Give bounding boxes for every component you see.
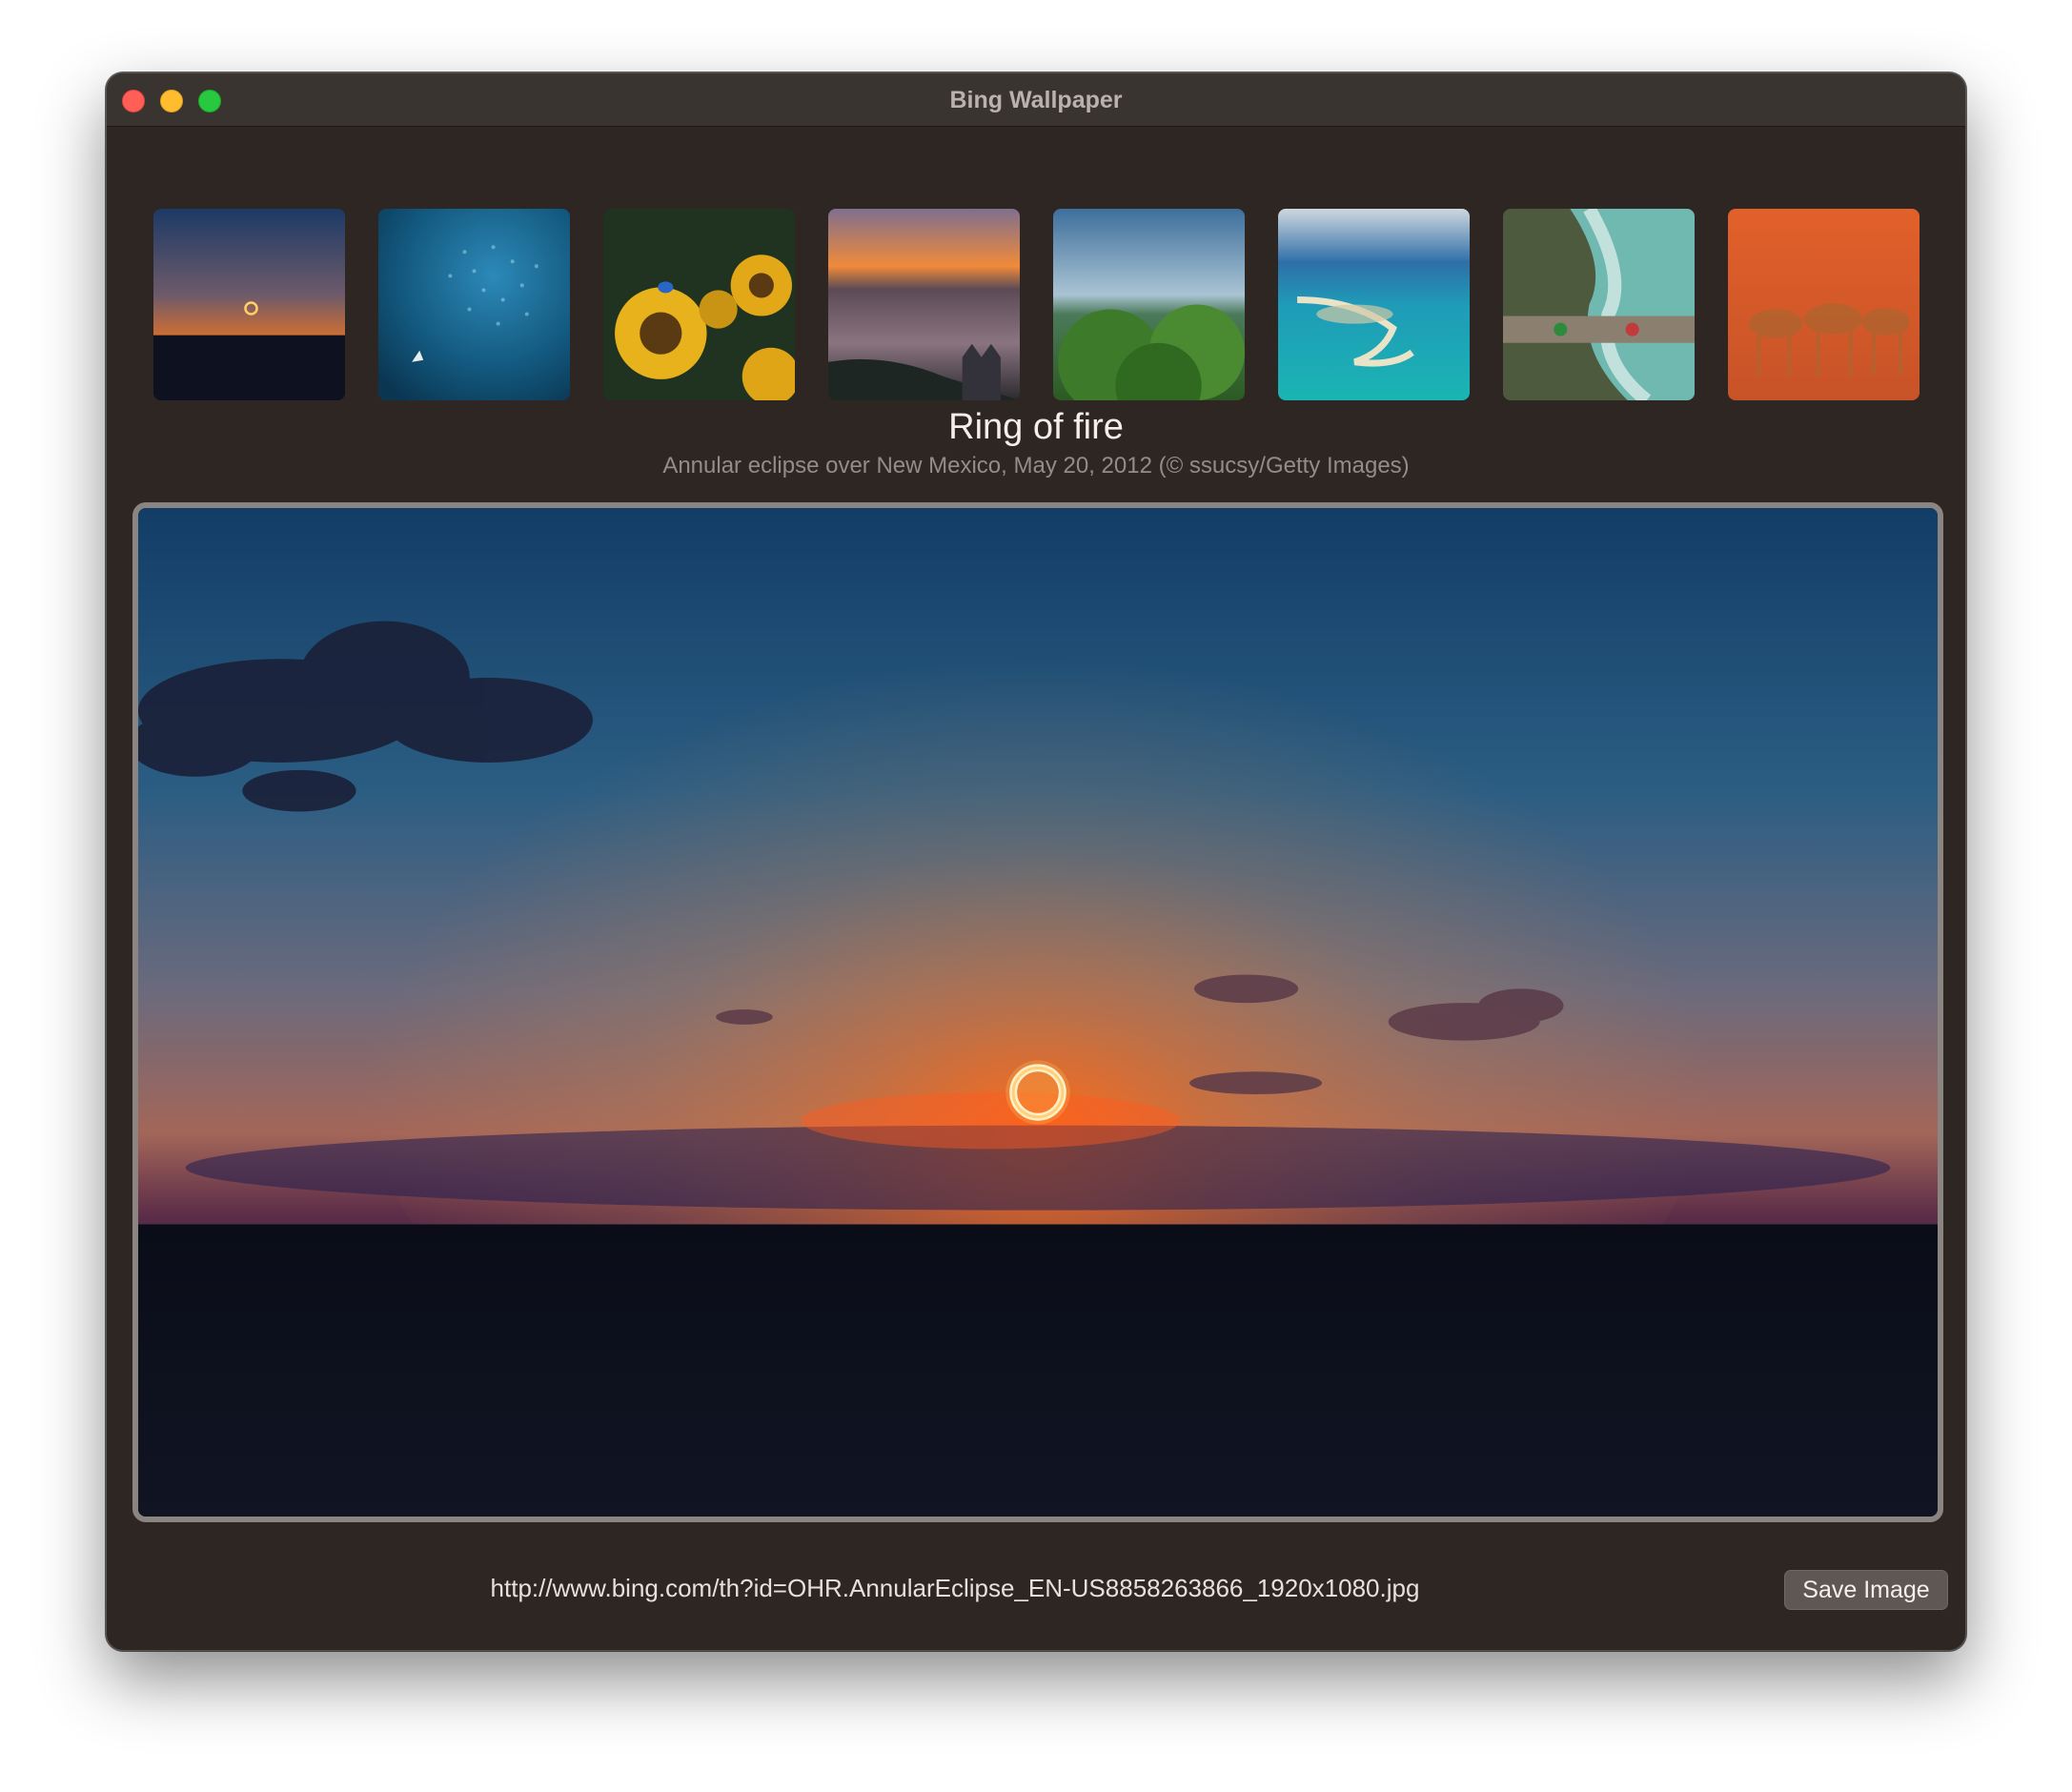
thumbnail-7[interactable] (1503, 209, 1695, 400)
wallpaper-url: http://www.bing.com/th?id=OHR.AnnularEcl… (490, 1574, 1420, 1602)
thumbnail-2[interactable] (378, 209, 570, 400)
title-bar: Bing Wallpaper (107, 73, 1965, 127)
wallpaper-title: Ring of fire (948, 407, 1124, 447)
thumbnail-5[interactable] (1053, 209, 1245, 400)
thumbnail-1[interactable] (153, 209, 345, 400)
thumbnail-6[interactable] (1278, 209, 1470, 400)
wallpaper-description: Annular eclipse over New Mexico, May 20,… (662, 453, 1410, 479)
thumbnail-4[interactable] (828, 209, 1020, 400)
window-title: Bing Wallpaper (949, 87, 1123, 113)
thumbnail-8[interactable] (1728, 209, 1920, 400)
thumbnail-strip (107, 127, 1965, 432)
wallpaper-preview (132, 502, 1943, 1522)
app-window: Bing Wallpaper Ring of fire Annular ecli… (106, 72, 1966, 1651)
thumbnail-3[interactable] (603, 209, 795, 400)
save-image-button[interactable]: Save Image (1784, 1570, 1948, 1610)
